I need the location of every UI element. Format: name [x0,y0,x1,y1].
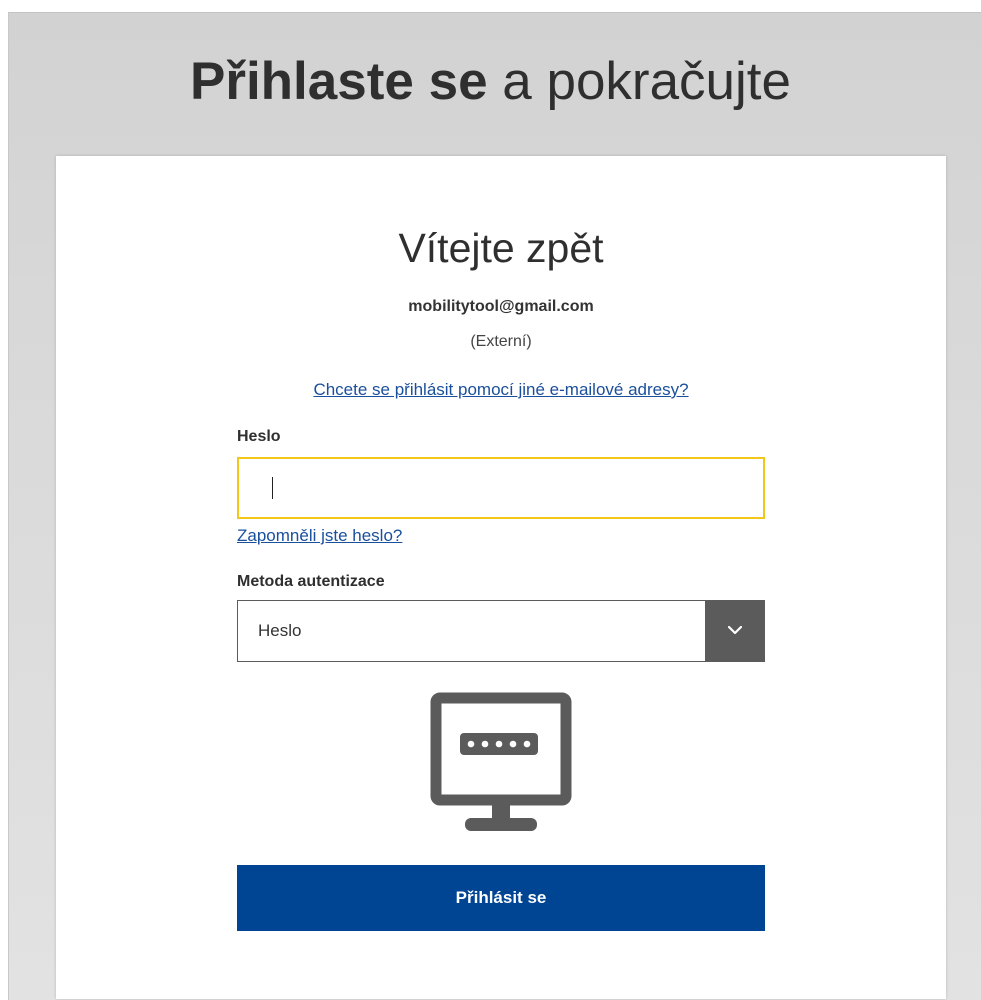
text-caret [272,477,273,499]
account-type: (Externí) [470,333,532,350]
auth-method-selected-value: Heslo [258,621,302,640]
user-email: mobilitytool@gmail.com [408,298,594,315]
auth-method-label: Metoda autentizace [237,573,385,590]
password-label: Heslo [237,428,281,445]
monitor-password-icon [430,692,572,831]
page-title: Přihlaste se a pokračujte [0,52,981,111]
dropdown-toggle-button[interactable] [705,600,765,662]
welcome-title: Vítejte zpět [398,225,604,271]
page-title-regular: a pokračujte [502,52,792,111]
auth-method-select[interactable]: Heslo [237,600,765,662]
login-button[interactable]: Přihlásit se [237,865,765,931]
chevron-down-icon [727,625,743,635]
use-other-email-link[interactable]: Chcete se přihlásit pomocí jiné e-mailov… [237,380,765,400]
forgot-password-link[interactable]: Zapomněli jste heslo? [237,526,402,546]
page-title-bold: Přihlaste se [189,52,488,111]
login-card: Vítejte zpět mobilitytool@gmail.com (Ext… [56,156,946,999]
password-field[interactable] [237,457,765,519]
